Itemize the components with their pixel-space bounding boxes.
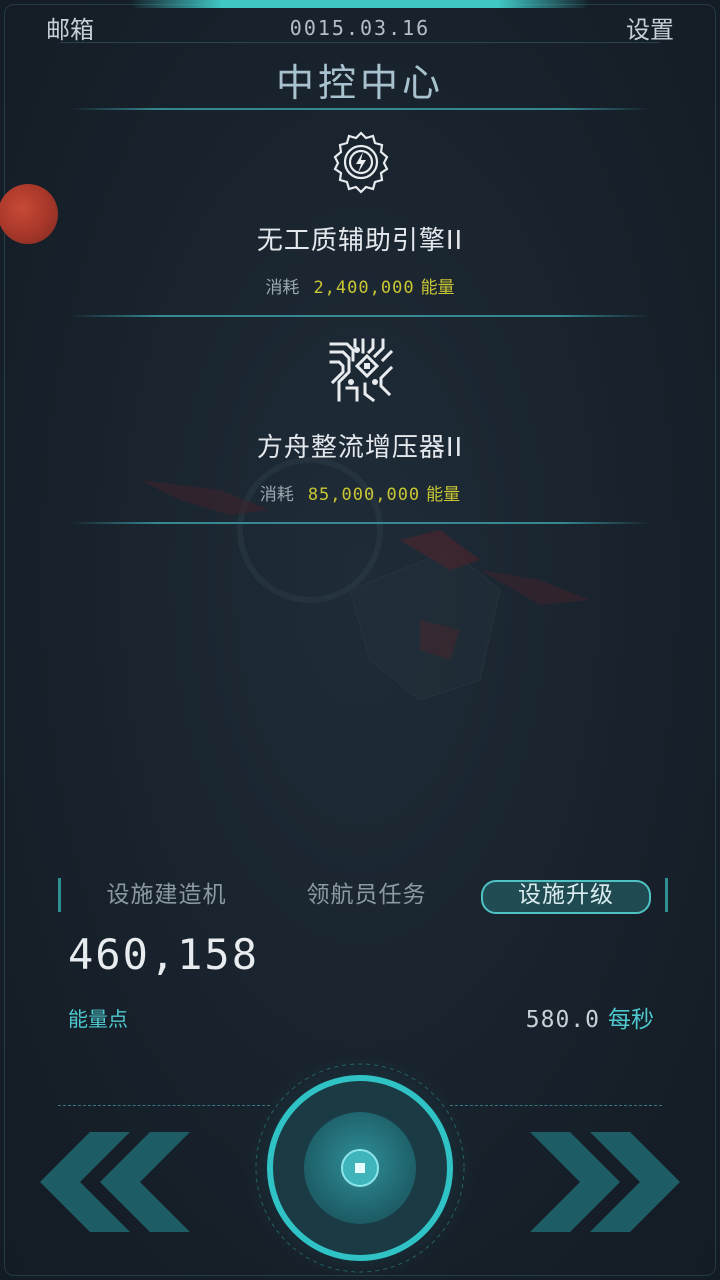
item-divider — [70, 315, 650, 317]
previous-arrow-button[interactable] — [40, 1132, 190, 1232]
top-glow-bar — [130, 0, 590, 8]
game-screen: 邮箱 0015.03.16 设置 中控中心 无工质辅助引擎II 消耗 2,400,… — [0, 0, 720, 1280]
bottom-navigation — [40, 1060, 680, 1280]
energy-rate: 580.0 每秒 — [526, 1000, 654, 1034]
tab-navigator-missions[interactable]: 领航员任务 — [279, 880, 454, 910]
cost-value: 2,400,000 — [313, 278, 415, 298]
upgrade-name-rectifier[interactable]: 方舟整流增压器II — [0, 427, 720, 464]
game-date: 0015.03.16 — [289, 16, 431, 40]
cost-label: 消耗 — [259, 485, 294, 505]
upgrade-cost-rectifier: 消耗 85,000,000 能量 — [0, 480, 720, 505]
cost-unit: 能量 — [420, 278, 455, 298]
page-title: 中控中心 — [275, 61, 444, 105]
upgrade-name-engine[interactable]: 无工质辅助引擎II — [0, 220, 720, 257]
energy-points-value: 460,158 — [68, 930, 260, 979]
center-square-icon — [355, 1163, 365, 1173]
cost-label: 消耗 — [265, 278, 300, 298]
next-arrow-button[interactable] — [530, 1132, 680, 1232]
energy-rate-unit: 每秒 — [608, 1007, 654, 1033]
tab-facility-upgrade[interactable]: 设施升级 — [481, 880, 651, 914]
item-divider — [70, 522, 650, 524]
header-line — [60, 42, 660, 43]
engine-gear-icon — [333, 131, 389, 194]
title-divider — [70, 108, 650, 110]
spaceship-background — [140, 457, 590, 701]
cost-unit: 能量 — [426, 485, 461, 505]
settings-button[interactable]: 设置 — [626, 10, 674, 45]
upgrade-cost-engine: 消耗 2,400,000 能量 — [0, 273, 720, 298]
circuit-chip-icon — [329, 338, 393, 402]
tab-bar: 设施建造机 领航员任务 设施升级 — [58, 878, 668, 914]
energy-rate-value: 580.0 — [525, 1007, 600, 1033]
tab-facility-builder[interactable]: 设施建造机 — [79, 880, 254, 910]
energy-points-label: 能量点 — [68, 1007, 128, 1031]
cost-value: 85,000,000 — [307, 485, 421, 505]
